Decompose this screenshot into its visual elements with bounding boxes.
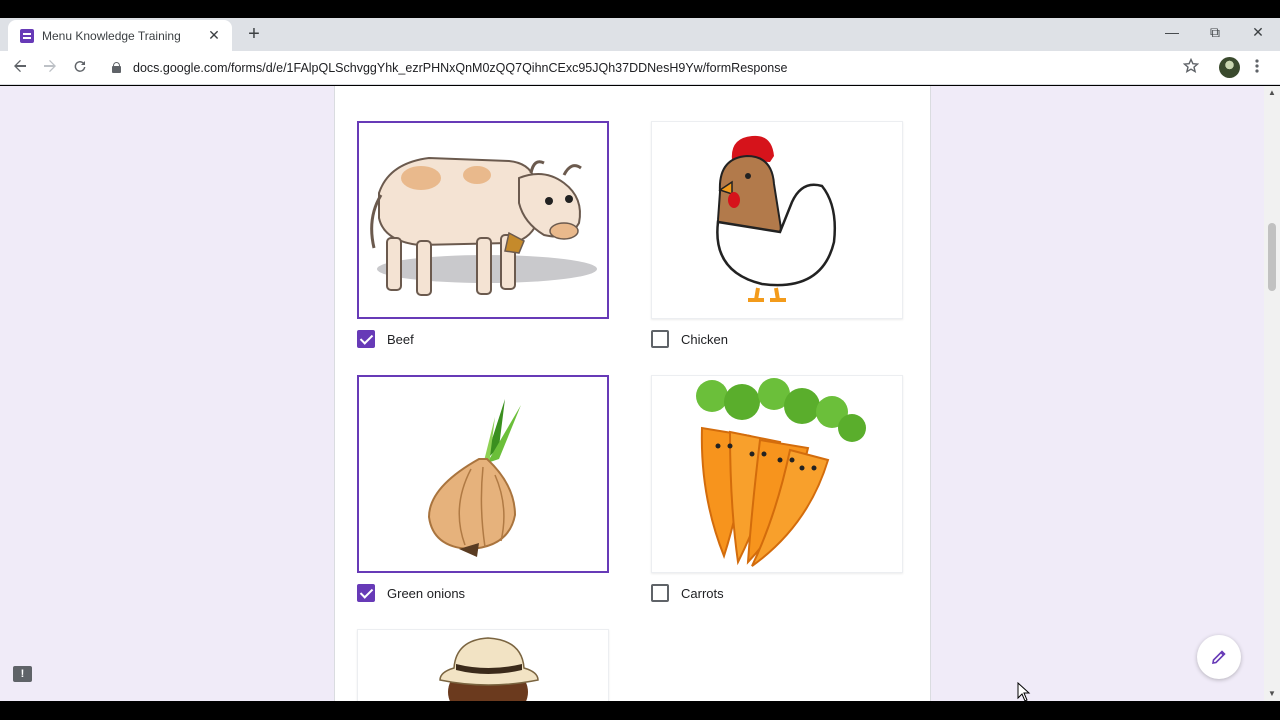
scroll-up-arrow-icon[interactable]: ▲ — [1268, 88, 1276, 97]
google-forms-icon — [20, 28, 34, 43]
tab-title: Menu Knowledge Training — [42, 28, 181, 43]
option-label: Carrots — [681, 585, 724, 601]
mouse-cursor-icon — [1017, 682, 1031, 701]
green-onions-checkbox[interactable] — [357, 584, 375, 602]
beef-checkbox[interactable] — [357, 330, 375, 348]
tab-close-icon[interactable]: ✕ — [206, 27, 222, 44]
edit-form-button[interactable] — [1197, 635, 1241, 679]
browser-toolbar: docs.google.com/forms/d/e/1FAlpQLSchvggY… — [0, 51, 1280, 85]
close-window-button[interactable]: ✕ — [1248, 24, 1268, 41]
reload-icon[interactable] — [70, 58, 90, 78]
option-partial — [357, 629, 609, 701]
option-chicken: Chicken — [651, 121, 903, 348]
carrots-image[interactable] — [651, 375, 903, 573]
browser-tab-strip: Menu Knowledge Training ✕ + — ⧉ ✕ — [0, 18, 1280, 51]
option-beef: Beef — [357, 121, 609, 348]
pencil-icon — [1212, 650, 1226, 664]
cow-image[interactable] — [357, 121, 609, 319]
chicken-checkbox[interactable] — [651, 330, 669, 348]
feedback-icon[interactable]: ! — [13, 666, 32, 682]
lock-icon[interactable] — [112, 62, 121, 73]
onion-image[interactable] — [357, 375, 609, 573]
option-label: Beef — [387, 331, 414, 347]
form-question-card: Beef Chicken Green onions Carrots — [334, 86, 931, 701]
browser-tab[interactable]: Menu Knowledge Training ✕ — [8, 20, 232, 51]
option-label: Chicken — [681, 331, 728, 347]
option-carrots: Carrots — [651, 375, 903, 602]
bookmark-star-icon[interactable] — [1182, 57, 1200, 79]
page-viewport: Beef Chicken Green onions Carrots ! ▲ ▼ — [0, 86, 1280, 701]
page-scrollbar[interactable]: ▲ ▼ — [1264, 86, 1280, 701]
minimize-button[interactable]: — — [1162, 24, 1182, 40]
cowboy-hat-image[interactable] — [357, 629, 609, 701]
option-label: Green onions — [387, 585, 466, 601]
forward-arrow-icon[interactable] — [40, 58, 60, 78]
address-bar[interactable]: docs.google.com/forms/d/e/1FAlpQLSchvggY… — [133, 61, 787, 75]
back-arrow-icon[interactable] — [10, 58, 30, 78]
profile-avatar[interactable] — [1219, 57, 1240, 78]
chicken-image[interactable] — [651, 121, 903, 319]
more-menu-icon[interactable] — [1254, 58, 1260, 79]
restore-button[interactable]: ⧉ — [1205, 24, 1225, 41]
carrots-checkbox[interactable] — [651, 584, 669, 602]
scroll-down-arrow-icon[interactable]: ▼ — [1268, 689, 1276, 698]
new-tab-button[interactable]: + — [244, 24, 264, 44]
screen-top-edge — [0, 0, 1280, 18]
option-green-onions: Green onions — [357, 375, 609, 602]
screen-bottom-edge — [0, 701, 1280, 720]
scrollbar-thumb[interactable] — [1268, 223, 1276, 291]
